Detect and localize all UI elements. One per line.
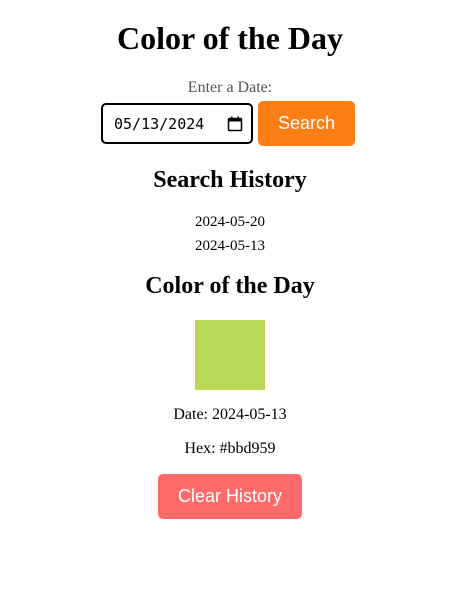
search-history-list: 2024-05-20 2024-05-13 bbox=[0, 210, 460, 258]
color-hex: Hex: #bbd959 bbox=[184, 440, 276, 457]
date-input[interactable]: 05/13/2024 bbox=[101, 103, 253, 144]
search-history-heading: Search History bbox=[153, 167, 307, 193]
clear-history-button[interactable]: Clear History bbox=[158, 474, 302, 519]
color-of-the-day-heading: Color of the Day bbox=[145, 273, 315, 299]
calendar-icon[interactable] bbox=[227, 116, 243, 132]
color-date: Date: 2024-05-13 bbox=[173, 406, 287, 423]
search-button[interactable]: Search bbox=[258, 101, 355, 146]
page-title: Color of the Day bbox=[116, 20, 344, 56]
search-row: 05/13/2024 Search bbox=[101, 101, 355, 146]
date-label: Enter a Date: bbox=[187, 79, 273, 96]
date-input-value: 05/13/2024 bbox=[114, 114, 205, 133]
color-swatch bbox=[195, 320, 265, 390]
page: Color of the Day Enter a Date: 05/13/202… bbox=[0, 0, 470, 608]
history-item[interactable]: 2024-05-13 bbox=[0, 234, 460, 258]
history-item[interactable]: 2024-05-20 bbox=[0, 210, 460, 234]
